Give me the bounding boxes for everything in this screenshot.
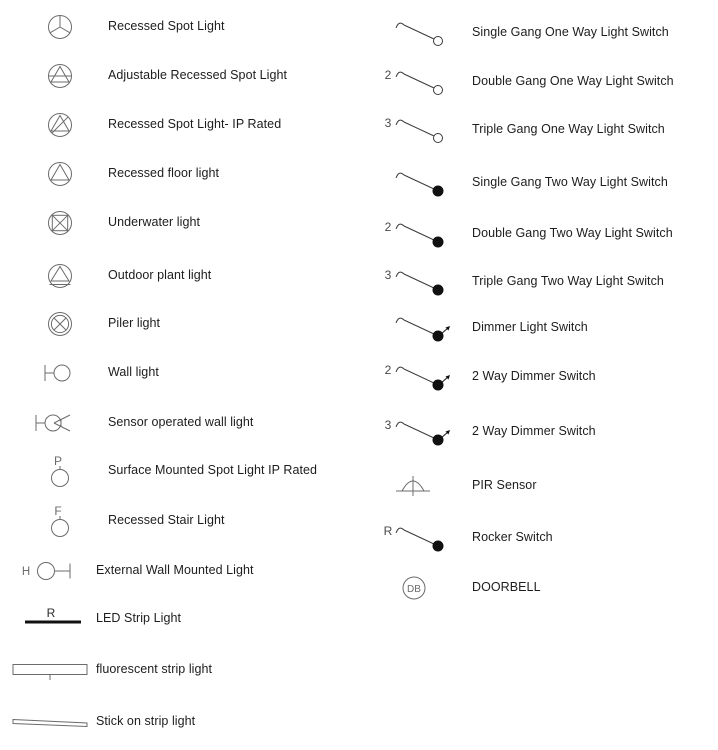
legend-row: H External Wall Mounted Light xyxy=(0,546,370,595)
single-gang-one-way-switch-icon xyxy=(378,11,460,55)
surface-mounted-spot-light-ip-rated-icon: P xyxy=(24,449,96,493)
legend-row: R LED Strip Light xyxy=(0,594,370,643)
sensor-operated-wall-light-icon xyxy=(24,401,96,445)
legend-label: Stick on strip light xyxy=(96,714,196,728)
legend-label: Triple Gang One Way Light Switch xyxy=(472,122,665,136)
legend-row: PIR Sensor xyxy=(370,461,718,510)
outdoor-plant-light-icon xyxy=(24,254,96,298)
legend-label: Outdoor plant light xyxy=(108,268,212,282)
legend-label: Single Gang One Way Light Switch xyxy=(472,25,669,39)
legend-label: Sensor operated wall light xyxy=(108,415,254,429)
legend-row: Adjustable Recessed Spot Light xyxy=(0,51,370,100)
legend-label: DOORBELL xyxy=(472,580,541,594)
triple-gang-one-way-switch-icon: 3 xyxy=(378,108,460,152)
legend-label: LED Strip Light xyxy=(96,611,182,625)
underwater-light-icon xyxy=(24,201,96,245)
legend-row: 2 Double Gang Two Way Light Switch xyxy=(370,209,718,258)
recessed-floor-light-icon xyxy=(24,152,96,196)
external-wall-mounted-light-icon: H xyxy=(10,549,96,593)
rocker-switch-icon: R xyxy=(378,516,460,560)
symbol-marker-letter: H xyxy=(22,566,30,578)
legend-row: fluorescent strip light xyxy=(0,645,370,694)
legend-label: Double Gang Two Way Light Switch xyxy=(472,226,673,240)
legend-label: Recessed Spot Light- IP Rated xyxy=(108,117,282,131)
led-strip-light-icon: R xyxy=(10,597,96,641)
legend-row: Recessed Spot Light- IP Rated xyxy=(0,100,370,149)
legend-row: 3 Triple Gang Two Way Light Switch xyxy=(370,257,718,306)
symbol-marker-letter: R xyxy=(384,524,393,538)
stick-on-strip-light-icon xyxy=(4,700,96,744)
symbol-marker-letter: 3 xyxy=(385,268,392,282)
wall-light-icon xyxy=(24,351,96,395)
legend-label: Recessed Spot Light xyxy=(108,19,225,33)
legend-label: Wall light xyxy=(108,365,159,379)
legend-row: Single Gang One Way Light Switch xyxy=(370,8,718,57)
dimmer-light-switch-icon xyxy=(378,306,460,350)
symbol-marker-letter: R xyxy=(47,606,56,620)
legend-label: Underwater light xyxy=(108,215,201,229)
legend-label: PIR Sensor xyxy=(472,478,537,492)
symbol-marker-letter: 2 xyxy=(385,363,392,377)
legend-row: Wall light xyxy=(0,348,370,397)
legend-label: Recessed Stair Light xyxy=(108,513,225,527)
symbol-marker-letter: 3 xyxy=(385,418,392,432)
legend-label: Triple Gang Two Way Light Switch xyxy=(472,274,664,288)
symbol-marker-letter: DB xyxy=(407,584,421,595)
legend-label: Adjustable Recessed Spot Light xyxy=(108,68,288,82)
legend-label: 2 Way Dimmer Switch xyxy=(472,424,596,438)
legend-row: Recessed Spot Light xyxy=(0,2,370,51)
symbol-marker-letter: F xyxy=(54,504,61,518)
legend-row: R Rocker Switch xyxy=(370,513,718,562)
legend-label: Surface Mounted Spot Light IP Rated xyxy=(108,463,318,477)
legend-label: External Wall Mounted Light xyxy=(96,563,254,577)
symbol-marker-letter: 3 xyxy=(385,116,392,130)
legend-label: Single Gang Two Way Light Switch xyxy=(472,175,668,189)
legend-row: Underwater light xyxy=(0,198,370,247)
recessed-stair-light-icon: F xyxy=(24,499,96,543)
legend-label: Dimmer Light Switch xyxy=(472,320,588,334)
legend-row: DB DOORBELL xyxy=(370,563,718,612)
legend-label: Piler light xyxy=(108,316,161,330)
legend-row: P Surface Mounted Spot Light IP Rated xyxy=(0,446,370,495)
symbol-marker-letter: 2 xyxy=(385,68,392,82)
electrical-symbols-legend: Recessed Spot Light Adjustable Recessed … xyxy=(0,0,718,750)
symbol-marker-letter: 2 xyxy=(385,220,392,234)
legend-row: 2 Double Gang One Way Light Switch xyxy=(370,57,718,106)
legend-label: fluorescent strip light xyxy=(96,662,213,676)
legend-label: Rocker Switch xyxy=(472,530,553,544)
single-gang-two-way-switch-icon xyxy=(378,161,460,205)
legend-row: 2 2 Way Dimmer Switch xyxy=(370,352,718,401)
two-way-dimmer-switch-3-icon: 3 xyxy=(378,410,460,454)
two-way-dimmer-switch-2-icon: 2 xyxy=(378,355,460,399)
legend-row: Piler light xyxy=(0,299,370,348)
legend-row: Single Gang Two Way Light Switch xyxy=(370,158,718,207)
legend-label: Double Gang One Way Light Switch xyxy=(472,74,674,88)
doorbell-icon: DB xyxy=(378,566,460,610)
legend-row: Stick on strip light xyxy=(0,697,370,746)
piler-light-icon xyxy=(24,302,96,346)
triple-gang-two-way-switch-icon: 3 xyxy=(378,260,460,304)
fluorescent-strip-light-icon xyxy=(4,648,96,692)
double-gang-one-way-switch-icon: 2 xyxy=(378,60,460,104)
legend-row: 3 2 Way Dimmer Switch xyxy=(370,407,718,456)
adjustable-recessed-spot-light-icon xyxy=(24,54,96,98)
legend-row: Outdoor plant light xyxy=(0,251,370,300)
legend-label: Recessed floor light xyxy=(108,166,220,180)
legend-row: 3 Triple Gang One Way Light Switch xyxy=(370,105,718,154)
legend-row: Sensor operated wall light xyxy=(0,398,370,447)
legend-label: 2 Way Dimmer Switch xyxy=(472,369,596,383)
legend-row: Dimmer Light Switch xyxy=(370,303,718,352)
legend-row: F Recessed Stair Light xyxy=(0,496,370,545)
pir-sensor-icon xyxy=(378,464,460,508)
recessed-spot-light-icon xyxy=(24,5,96,49)
recessed-spot-light-ip-rated-icon xyxy=(24,103,96,147)
double-gang-two-way-switch-icon: 2 xyxy=(378,212,460,256)
legend-row: Recessed floor light xyxy=(0,149,370,198)
symbol-marker-letter: P xyxy=(54,454,62,468)
